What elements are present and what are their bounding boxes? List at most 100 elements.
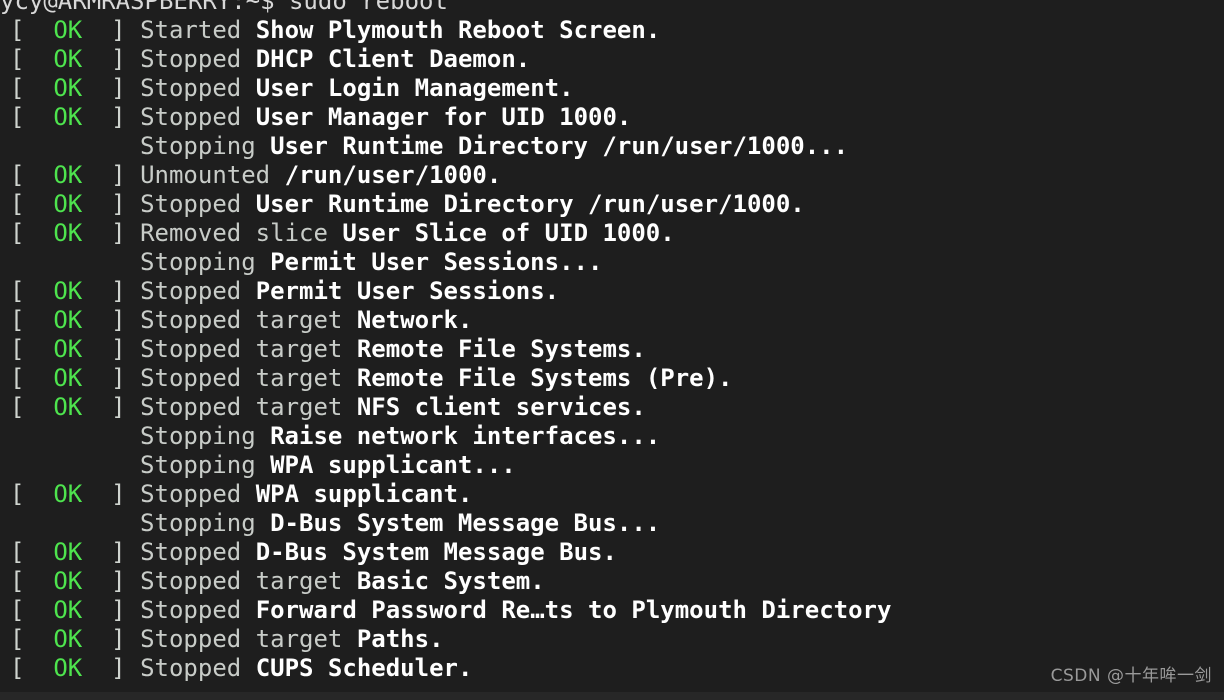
terminal-line: [ OK ] Stopping Permit User Sessions... [0,248,1224,277]
status-ok-badge: OK [53,480,83,508]
line-verb: Stopping [140,509,256,537]
status-close-bracket: ] [111,219,126,247]
status-ok-badge: OK [53,16,83,44]
status-spacer [82,277,111,305]
status-close-bracket: ] [111,277,126,305]
line-unit: User Login Management. [255,74,574,102]
terminal-line: [ OK ] Stopped target NFS client service… [0,393,1224,422]
status-ok-badge: OK [53,190,83,218]
line-verb: Stopping [140,422,256,450]
status-close-bracket: ] [111,393,126,421]
status-ok-badge: OK [53,393,83,421]
line-unit: Remote File Systems (Pre). [356,364,733,392]
status-spacer [82,538,111,566]
status-spacer [126,45,140,73]
line-verb: Stopped [140,190,242,218]
status-spacer [82,16,111,44]
line-unit: Raise network interfaces... [270,422,661,450]
status-ok-badge: OK [53,74,83,102]
terminal-output: ycy@ARMRASPBERRY:~$ sudo reboot [ OK ] St… [0,0,1224,683]
csdn-watermark: CSDN @十年哞一剑 [1050,666,1212,686]
terminal-line: [ OK ] Stopped User Manager for UID 1000… [0,103,1224,132]
terminal-line: [ OK ] Stopped D-Bus System Message Bus. [0,538,1224,567]
status-spacer [24,654,53,682]
status-close-bracket: ] [111,161,126,189]
status-open-bracket: [ [10,335,25,363]
status-spacer [82,596,111,624]
status-spacer [24,161,53,189]
terminal-window[interactable]: ycy@ARMRASPBERRY:~$ sudo reboot [ OK ] St… [0,0,1224,700]
line-verb: Stopping [140,248,256,276]
status-spacer [24,277,53,305]
terminal-line: [ OK ] Stopping User Runtime Directory /… [0,132,1224,161]
status-spacer [82,567,111,595]
status-close-bracket: ] [111,625,126,653]
status-spacer [24,74,53,102]
line-unit: Forward Password Re…ts to Plymouth Direc… [255,596,892,624]
line-verb: Stopped [140,45,242,73]
line-unit: Basic System. [356,567,545,595]
status-ok-badge: OK [53,277,83,305]
status-close-bracket: ] [111,654,126,682]
terminal-line: [ OK ] Stopping D-Bus System Message Bus… [0,509,1224,538]
line-unit: NFS client services. [356,393,646,421]
line-verb: Stopped target [140,393,343,421]
status-close-bracket: ] [111,567,126,595]
status-pad: [ OK ] [10,132,140,160]
status-open-bracket: [ [10,161,25,189]
status-spacer [126,480,140,508]
status-spacer [82,654,111,682]
line-unit: D-Bus System Message Bus... [270,509,661,537]
status-spacer [24,219,53,247]
status-open-bracket: [ [10,596,25,624]
shell-prompt-line: ycy@ARMRASPBERRY:~$ sudo reboot [0,0,448,15]
terminal-line: [ OK ] Stopped WPA supplicant. [0,480,1224,509]
line-verb: Stopping [140,132,256,160]
line-unit: D-Bus System Message Bus. [255,538,617,566]
status-spacer [24,103,53,131]
line-unit: WPA supplicant. [255,480,473,508]
terminal-line: [ OK ] Stopped target Network. [0,306,1224,335]
status-close-bracket: ] [111,480,126,508]
status-pad: [ OK ] [10,248,140,276]
status-spacer [82,480,111,508]
status-ok-badge: OK [53,625,83,653]
line-verb: Stopping [140,451,256,479]
terminal-line: [ OK ] Unmounted /run/user/1000. [0,161,1224,190]
line-verb: Removed slice [140,219,328,247]
line-verb: Stopped [140,103,242,131]
line-unit: Permit User Sessions. [255,277,560,305]
line-verb: Stopped target [140,364,343,392]
status-spacer [82,161,111,189]
status-pad: [ OK ] [10,422,140,450]
status-ok-badge: OK [53,219,83,247]
line-verb: Stopped target [140,306,343,334]
status-open-bracket: [ [10,219,25,247]
status-spacer [24,16,53,44]
status-close-bracket: ] [111,74,126,102]
status-spacer [126,161,140,189]
status-close-bracket: ] [111,16,126,44]
status-spacer [126,277,140,305]
terminal-line: [ OK ] Stopping Raise network interfaces… [0,422,1224,451]
status-ok-badge: OK [53,103,83,131]
terminal-line: [ OK ] Stopped DHCP Client Daemon. [0,45,1224,74]
status-pad: [ OK ] [10,451,140,479]
status-spacer [24,364,53,392]
status-spacer [126,538,140,566]
